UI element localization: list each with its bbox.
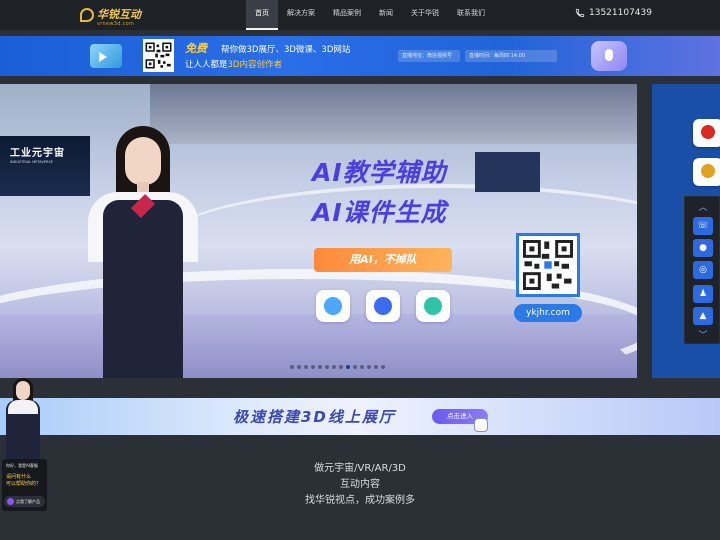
carousel-dot[interactable] <box>297 365 301 369</box>
qq-tool-button[interactable]: ● <box>693 239 713 257</box>
ai-avatar-face <box>16 381 30 400</box>
promo-line2: 让人人都是3D内容创作者 <box>185 58 282 70</box>
logo-icon <box>80 8 94 22</box>
nav-item-1[interactable]: 解决方案 <box>278 0 324 30</box>
promo-line2-highlight: 3D内容创作者 <box>227 60 282 70</box>
presenter-vest <box>103 200 183 378</box>
nav-item-0[interactable]: 首页 <box>246 0 278 30</box>
chat-question-line2: 可以帮助你的？ <box>6 481 42 487</box>
carousel-dots <box>290 365 385 369</box>
top-nav: 华锐互动 vrnew3d.com 首页 解决方案 精品案例 新闻 关于华锐 联系我们 13… <box>0 0 720 30</box>
tagline-line-2: 互动内容 <box>340 479 380 490</box>
nav-item-3[interactable]: 新闻 <box>370 0 402 30</box>
microphone-icon <box>591 41 627 71</box>
carousel-dot[interactable] <box>332 365 336 369</box>
ai-avatar-shirt <box>8 400 38 414</box>
headset-icon <box>316 290 350 322</box>
live-time-label: 直播时间：每周四 14:00 <box>465 50 557 62</box>
carousel-dot[interactable] <box>290 365 294 369</box>
carousel-dot[interactable] <box>304 365 308 369</box>
party-badge-button[interactable] <box>693 119 720 147</box>
chat-greeting: 你好，我是AI客服 <box>6 463 38 468</box>
bottom-tagline: 做元宇宙/VR/AR/3D 互动内容 找华锐视点，成功案例多 <box>0 461 720 509</box>
chat-question: 请问有什么 可以帮助你的？ <box>6 474 41 488</box>
floating-toolbar: ︿ ☏ ● ◎ ♟ ▲ ﹀ <box>684 196 720 344</box>
brand-name: 华锐互动 <box>97 8 141 21</box>
qr-code-icon <box>143 39 174 72</box>
scroll-up-button[interactable]: ︿ <box>693 199 713 217</box>
page: 华锐互动 vrnew3d.com 首页 解决方案 精品案例 新闻 关于华锐 联系我们 13… <box>0 0 720 540</box>
carousel-dot[interactable] <box>381 365 385 369</box>
promo-banner[interactable]: 免费 帮你做3D展厅、3D微课、3D网站 让人人都是3D内容创作者 直播地址：微… <box>0 36 720 76</box>
hand-pointer-icon <box>474 418 488 432</box>
chat-bubble-icon <box>416 290 450 322</box>
hall-ceiling <box>150 84 637 144</box>
carousel-dot[interactable] <box>367 365 371 369</box>
scroll-down-button[interactable]: ﹀ <box>693 327 713 345</box>
promo-free-label: 免费 <box>185 42 207 55</box>
tagline-line-3: 找华锐视点，成功案例多 <box>305 495 415 506</box>
phone-tool-button[interactable]: ☏ <box>693 217 713 235</box>
hero-qr-code <box>516 233 580 297</box>
carousel-dot[interactable] <box>311 365 315 369</box>
tagline-line-1: 做元宇宙/VR/AR/3D <box>314 463 406 474</box>
brand-domain: vrnew3d.com <box>97 21 135 27</box>
carousel-dot[interactable] <box>318 365 322 369</box>
phone-number: 13521107439 <box>589 8 652 18</box>
chat-question-line1: 请问有什么 <box>6 474 32 480</box>
logo[interactable]: 华锐互动 vrnew3d.com <box>80 6 141 27</box>
screen-subtitle: INDUSTRIAL METAVERSE <box>10 160 53 164</box>
top-tool-button[interactable]: ▲ <box>693 307 713 325</box>
wechat-tool-button[interactable]: ◎ <box>693 261 713 279</box>
carousel-dot[interactable] <box>353 365 357 369</box>
showroom-banner-text: 极速搭建3D线上展厅 <box>233 408 396 426</box>
phone-icon <box>575 8 585 18</box>
hero-slogan-pill: 用AI，不掉队 <box>314 248 452 272</box>
carousel-dot[interactable] <box>360 365 364 369</box>
promo-line1: 帮你做3D展厅、3D微课、3D网站 <box>221 45 351 55</box>
video-icon <box>90 44 122 68</box>
hero-url-badge[interactable]: ykjhr.com <box>514 304 582 322</box>
live-address-label: 直播地址：微信视频号 <box>398 50 460 62</box>
hall-screen-right <box>475 152 540 192</box>
hero-title-1: AI教学辅助 <box>312 158 447 187</box>
voice-icon <box>366 290 400 322</box>
presenter-face <box>125 137 161 185</box>
main-nav: 首页 解决方案 精品案例 新闻 关于华锐 联系我们 <box>246 0 494 30</box>
nav-item-5[interactable]: 联系我们 <box>448 0 494 30</box>
party-emblem-icon <box>701 125 715 139</box>
hero-title-2: AI课件生成 <box>312 198 447 227</box>
national-emblem-button[interactable] <box>693 158 720 186</box>
carousel-dot[interactable] <box>346 365 350 369</box>
nav-item-2[interactable]: 精品案例 <box>324 0 370 30</box>
national-emblem-icon <box>701 164 715 178</box>
showroom-banner[interactable]: 极速搭建3D线上展厅 <box>0 398 720 435</box>
screen-title: 工业元宇宙 <box>10 148 65 159</box>
promo-line2-prefix: 让人人都是 <box>185 60 228 70</box>
team-tool-button[interactable]: ♟ <box>693 285 713 303</box>
carousel-dot[interactable] <box>374 365 378 369</box>
nav-item-4[interactable]: 关于华锐 <box>402 0 448 30</box>
qr-code-icon <box>522 239 574 291</box>
carousel-dot[interactable] <box>325 365 329 369</box>
chat-learn-button[interactable]: 点我了解产品 <box>4 496 45 507</box>
phone-contact[interactable]: 13521107439 <box>575 8 652 18</box>
carousel-dot[interactable] <box>339 365 343 369</box>
